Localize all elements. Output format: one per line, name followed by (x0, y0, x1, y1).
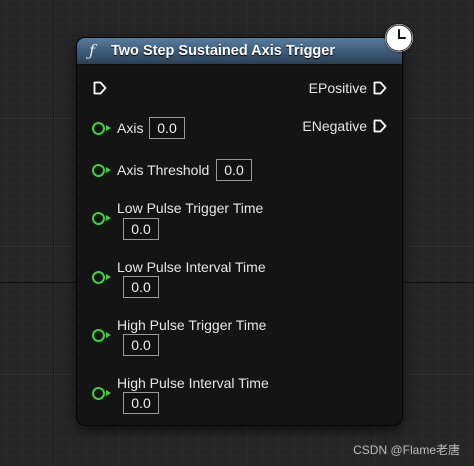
input-pin-high-pulse-interval-time-icon[interactable] (92, 387, 111, 400)
input-pin-axis-threshold-icon[interactable] (92, 164, 111, 177)
input-label-axis-threshold: Axis Threshold (117, 162, 210, 178)
low-pulse-interval-time-value-field[interactable]: 0.0 (123, 276, 159, 298)
function-node[interactable]: ƒ Two Step Sustained Axis Trigger EPosit… (77, 38, 402, 425)
axis-threshold-value-field[interactable]: 0.0 (216, 159, 252, 181)
low-pulse-trigger-time-value-field[interactable]: 0.0 (123, 218, 159, 240)
input-label-high-pulse-interval-time: High Pulse Interval Time (117, 375, 269, 391)
exec-out-pin-epositive-icon[interactable] (373, 81, 387, 95)
exec-out-pin-enegative-icon[interactable] (373, 119, 387, 133)
high-pulse-trigger-time-value-field[interactable]: 0.0 (123, 334, 159, 356)
output-label-epositive: EPositive (308, 80, 367, 96)
input-label-axis: Axis (117, 120, 144, 136)
exec-in-pin-icon[interactable] (93, 81, 107, 95)
input-label-high-pulse-trigger-time: High Pulse Trigger Time (117, 317, 267, 333)
function-icon: ƒ (89, 41, 95, 60)
node-title: Two Step Sustained Axis Trigger (111, 43, 335, 59)
input-pin-axis-icon[interactable] (92, 122, 111, 135)
node-header[interactable]: ƒ Two Step Sustained Axis Trigger (77, 38, 402, 65)
high-pulse-interval-time-value-field[interactable]: 0.0 (123, 392, 159, 414)
input-label-low-pulse-trigger-time: Low Pulse Trigger Time (117, 200, 264, 216)
input-pin-low-pulse-interval-time-icon[interactable] (92, 271, 111, 284)
input-pin-low-pulse-trigger-time-icon[interactable] (92, 212, 111, 225)
input-label-low-pulse-interval-time: Low Pulse Interval Time (117, 259, 266, 275)
output-label-enegative: ENegative (302, 118, 367, 134)
input-pin-high-pulse-trigger-time-icon[interactable] (92, 329, 111, 342)
graph-axis-vertical (53, 0, 54, 466)
watermark: CSDN @Flame老唐 (353, 443, 460, 457)
axis-value-field[interactable]: 0.0 (149, 117, 185, 139)
clock-icon (385, 24, 413, 52)
